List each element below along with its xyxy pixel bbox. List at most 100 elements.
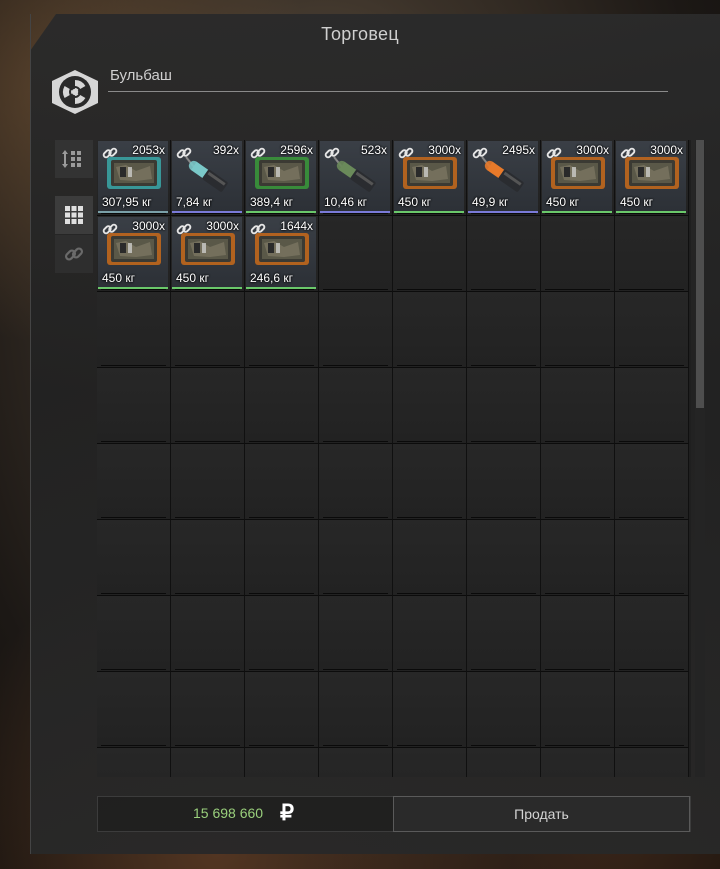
- inventory-cell[interactable]: [97, 444, 171, 520]
- item-count: 3000x: [206, 219, 239, 233]
- inventory-cell[interactable]: [467, 748, 541, 777]
- inventory-cell[interactable]: [97, 596, 171, 672]
- inventory-cell[interactable]: 523x 10,46 кг: [319, 140, 393, 216]
- inventory-cell[interactable]: 2495x 49,9 кг: [467, 140, 541, 216]
- inventory-cell[interactable]: 3000x 450 кг: [171, 216, 245, 292]
- inventory-cell[interactable]: [171, 368, 245, 444]
- inventory-cell[interactable]: [541, 216, 615, 292]
- linked-items-button[interactable]: [55, 235, 93, 273]
- item-count: 2053x: [132, 143, 165, 157]
- inventory-cell[interactable]: [541, 444, 615, 520]
- inventory-cell[interactable]: 3000x 450 кг: [393, 140, 467, 216]
- inventory-cell[interactable]: [319, 672, 393, 748]
- inventory-cell[interactable]: [393, 292, 467, 368]
- inventory-cell[interactable]: [97, 672, 171, 748]
- inventory-cell[interactable]: 392x 7,84 кг: [171, 140, 245, 216]
- inventory-cell[interactable]: [541, 748, 615, 777]
- sort-button[interactable]: [55, 140, 93, 178]
- inventory-item[interactable]: 3000x 450 кг: [172, 217, 242, 289]
- inventory-cell[interactable]: [541, 368, 615, 444]
- inventory-cell[interactable]: [171, 596, 245, 672]
- inventory-cell[interactable]: 2053x 307,95 кг: [97, 140, 171, 216]
- inventory-cell[interactable]: [467, 520, 541, 596]
- inventory-item[interactable]: 392x 7,84 кг: [172, 141, 242, 213]
- inventory-cell[interactable]: 3000x 450 кг: [541, 140, 615, 216]
- inventory-cell[interactable]: [393, 520, 467, 596]
- inventory-cell[interactable]: [541, 292, 615, 368]
- inventory-item[interactable]: 1644x 246,6 кг: [246, 217, 316, 289]
- inventory-cell[interactable]: [319, 444, 393, 520]
- inventory-cell[interactable]: 2596x 389,4 кг: [245, 140, 319, 216]
- inventory-item[interactable]: 3000x 450 кг: [98, 217, 168, 289]
- inventory-cell[interactable]: [171, 444, 245, 520]
- inventory-cell[interactable]: [319, 596, 393, 672]
- inventory-cell[interactable]: [615, 216, 689, 292]
- inventory-item[interactable]: 3000x 450 кг: [616, 141, 686, 213]
- inventory-cell[interactable]: 3000x 450 кг: [97, 216, 171, 292]
- inventory-cell[interactable]: [171, 292, 245, 368]
- inventory-item[interactable]: 523x 10,46 кг: [320, 141, 390, 213]
- inventory-cell[interactable]: 3000x 450 кг: [615, 140, 689, 216]
- inventory-cell[interactable]: [615, 596, 689, 672]
- inventory-cell[interactable]: [171, 672, 245, 748]
- inventory-cell[interactable]: [393, 444, 467, 520]
- inventory-cell[interactable]: [97, 292, 171, 368]
- inventory-cell[interactable]: [245, 444, 319, 520]
- inventory-cell[interactable]: [393, 596, 467, 672]
- inventory-cell[interactable]: [97, 368, 171, 444]
- scroll-thumb[interactable]: [696, 140, 704, 408]
- inventory-cell[interactable]: [541, 520, 615, 596]
- item-count: 3000x: [428, 143, 461, 157]
- inventory-cell[interactable]: [319, 520, 393, 596]
- crate-icon: [625, 157, 679, 189]
- sell-button[interactable]: Продать: [393, 796, 690, 832]
- inventory-cell[interactable]: [393, 216, 467, 292]
- inventory-cell[interactable]: [467, 292, 541, 368]
- inventory-cell[interactable]: [393, 672, 467, 748]
- crate-icon: [107, 233, 161, 265]
- inventory-cell[interactable]: [615, 368, 689, 444]
- inventory-cell[interactable]: [467, 444, 541, 520]
- inventory-cell[interactable]: [245, 596, 319, 672]
- item-count: 3000x: [650, 143, 683, 157]
- inventory-cell[interactable]: [467, 596, 541, 672]
- inventory-cell[interactable]: [319, 216, 393, 292]
- inventory-cell[interactable]: [615, 520, 689, 596]
- inventory-cell[interactable]: [615, 292, 689, 368]
- inventory-cell[interactable]: [245, 520, 319, 596]
- crate-icon: [403, 157, 457, 189]
- item-weight: 246,6 кг: [250, 271, 293, 285]
- inventory-cell[interactable]: [615, 672, 689, 748]
- inventory-cell[interactable]: [97, 748, 171, 777]
- inventory-cell[interactable]: [393, 368, 467, 444]
- inventory-cell[interactable]: 1644x 246,6 кг: [245, 216, 319, 292]
- inventory-cell[interactable]: [541, 672, 615, 748]
- inventory-cell[interactable]: [615, 748, 689, 777]
- inventory-cell[interactable]: [467, 216, 541, 292]
- inventory-cell[interactable]: [245, 292, 319, 368]
- inventory-cell[interactable]: [319, 748, 393, 777]
- inventory-cell[interactable]: [319, 292, 393, 368]
- trader-name: Бульбаш: [110, 67, 172, 84]
- inventory-item[interactable]: 3000x 450 кг: [542, 141, 612, 213]
- inventory-cell[interactable]: [615, 444, 689, 520]
- inventory-cell[interactable]: [245, 368, 319, 444]
- inventory-scrollbar[interactable]: [695, 140, 705, 777]
- inventory-cell[interactable]: [245, 672, 319, 748]
- inventory-item[interactable]: 2053x 307,95 кг: [98, 141, 168, 213]
- inventory-cell[interactable]: [171, 520, 245, 596]
- inventory-cell[interactable]: [171, 748, 245, 777]
- grid-view-button[interactable]: [55, 196, 93, 234]
- inventory-grid: 2053x 307,95 кг 392x 7,84 кг 2596x 389,4 кг 52…: [97, 140, 691, 777]
- inventory-cell[interactable]: [541, 596, 615, 672]
- inventory-item[interactable]: 2596x 389,4 кг: [246, 141, 316, 213]
- inventory-item[interactable]: 3000x 450 кг: [394, 141, 464, 213]
- inventory-cell[interactable]: [97, 520, 171, 596]
- item-quality-bar: [542, 211, 612, 213]
- inventory-cell[interactable]: [245, 748, 319, 777]
- inventory-cell[interactable]: [467, 672, 541, 748]
- inventory-cell[interactable]: [393, 748, 467, 777]
- inventory-cell[interactable]: [319, 368, 393, 444]
- inventory-item[interactable]: 2495x 49,9 кг: [468, 141, 538, 213]
- inventory-cell[interactable]: [467, 368, 541, 444]
